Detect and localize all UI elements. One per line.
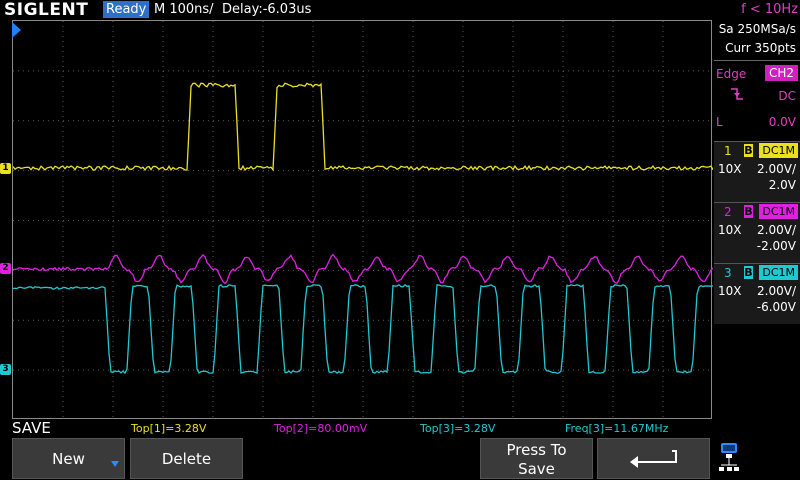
acquisition-status-badge: Ready [103, 1, 149, 18]
trigger-type: Edge [716, 67, 746, 81]
measurement-top-ch1: Top[1]=3.28V [131, 422, 206, 436]
press-to-save-label-2: Save [481, 460, 592, 479]
waveform-grid[interactable] [12, 20, 712, 419]
trigger-level: 0.0V [769, 115, 796, 129]
vertical-offset: -2.00V [757, 239, 796, 253]
bandwidth-limit-badge: B [744, 205, 753, 218]
softkey-bar: New Delete Press To Save [0, 437, 800, 480]
sample-rate: Sa 250MSa/s [714, 20, 800, 39]
measurement-top-ch3: Top[3]=3.28V [420, 422, 495, 436]
channel-coupling-badge: DC1M [759, 265, 798, 280]
lan-connected-icon [716, 437, 800, 480]
trigger-mode-label: L [716, 115, 723, 129]
measurement-freq-ch3: Freq[3]=11.67MHz [565, 422, 668, 436]
press-to-save-button[interactable]: Press To Save [480, 438, 593, 479]
blue-down-arrow-icon [110, 459, 120, 469]
falling-edge-icon [730, 87, 744, 101]
channel-3-marker[interactable]: 3 [0, 364, 11, 375]
channel-number: 3 [724, 266, 732, 280]
bandwidth-limit-badge: B [744, 266, 753, 279]
vertical-scale: 2.00V/ [757, 223, 796, 237]
measurement-bar: SAVE Top[1]=3.28V Top[2]=80.00mV Top[3]=… [0, 420, 712, 437]
measurement-top-ch2: Top[2]=80.00mV [274, 422, 367, 436]
waveform-display [13, 21, 713, 420]
vertical-scale: 2.00V/ [757, 162, 796, 176]
trigger-frequency-readout: f < 10Hz [741, 0, 798, 20]
top-status-bar: SIGLENT Ready M 100ns/ Delay:-6.03us f <… [0, 0, 800, 20]
timebase-readout: M 100ns/ [154, 0, 214, 20]
trigger-position-marker [12, 22, 22, 38]
bandwidth-limit-badge: B [744, 144, 753, 157]
return-arrow-icon [628, 449, 680, 469]
channel-number: 2 [724, 205, 732, 219]
vertical-offset: 2.0V [769, 178, 796, 192]
trigger-info-box[interactable]: Edge CH2 DC L 0.0V [714, 63, 800, 141]
vertical-scale: 2.00V/ [757, 284, 796, 298]
channel-1-marker[interactable]: 1 [0, 163, 11, 174]
trigger-source-badge: CH2 [765, 65, 798, 81]
delete-button-label: Delete [131, 439, 242, 479]
right-info-panel: Sa 250MSa/s Curr 350pts Edge CH2 DC L 0.… [714, 20, 800, 440]
press-to-save-label-1: Press To [481, 439, 592, 460]
divider [714, 60, 800, 61]
delay-readout: Delay:-6.03us [222, 0, 311, 20]
channel-1-info[interactable]: 1 B DC1M 10X 2.00V/ 2.0V [714, 141, 800, 202]
delete-button[interactable]: Delete [130, 438, 243, 479]
new-button[interactable]: New [12, 438, 125, 479]
channel-number: 1 [724, 144, 732, 158]
brand-logo: SIGLENT [4, 0, 88, 20]
probe-ratio: 10X [718, 284, 742, 298]
probe-ratio: 10X [718, 223, 742, 237]
channel-2-trace [13, 255, 713, 284]
back-button[interactable] [597, 438, 710, 479]
probe-ratio: 10X [718, 162, 742, 176]
memory-depth: Curr 350pts [714, 39, 800, 58]
menu-title: SAVE [12, 420, 51, 437]
new-button-label: New [13, 439, 124, 479]
channel-coupling-badge: DC1M [759, 204, 798, 219]
channel-3-info[interactable]: 3 B DC1M 10X 2.00V/ -6.00V [714, 263, 800, 324]
channel-coupling-badge: DC1M [759, 143, 798, 158]
channel-2-info[interactable]: 2 B DC1M 10X 2.00V/ -2.00V [714, 202, 800, 263]
channel-2-marker[interactable]: 2 [0, 263, 11, 274]
trigger-coupling: DC [778, 89, 796, 103]
channel-3-trace [13, 285, 713, 373]
vertical-offset: -6.00V [757, 300, 796, 314]
